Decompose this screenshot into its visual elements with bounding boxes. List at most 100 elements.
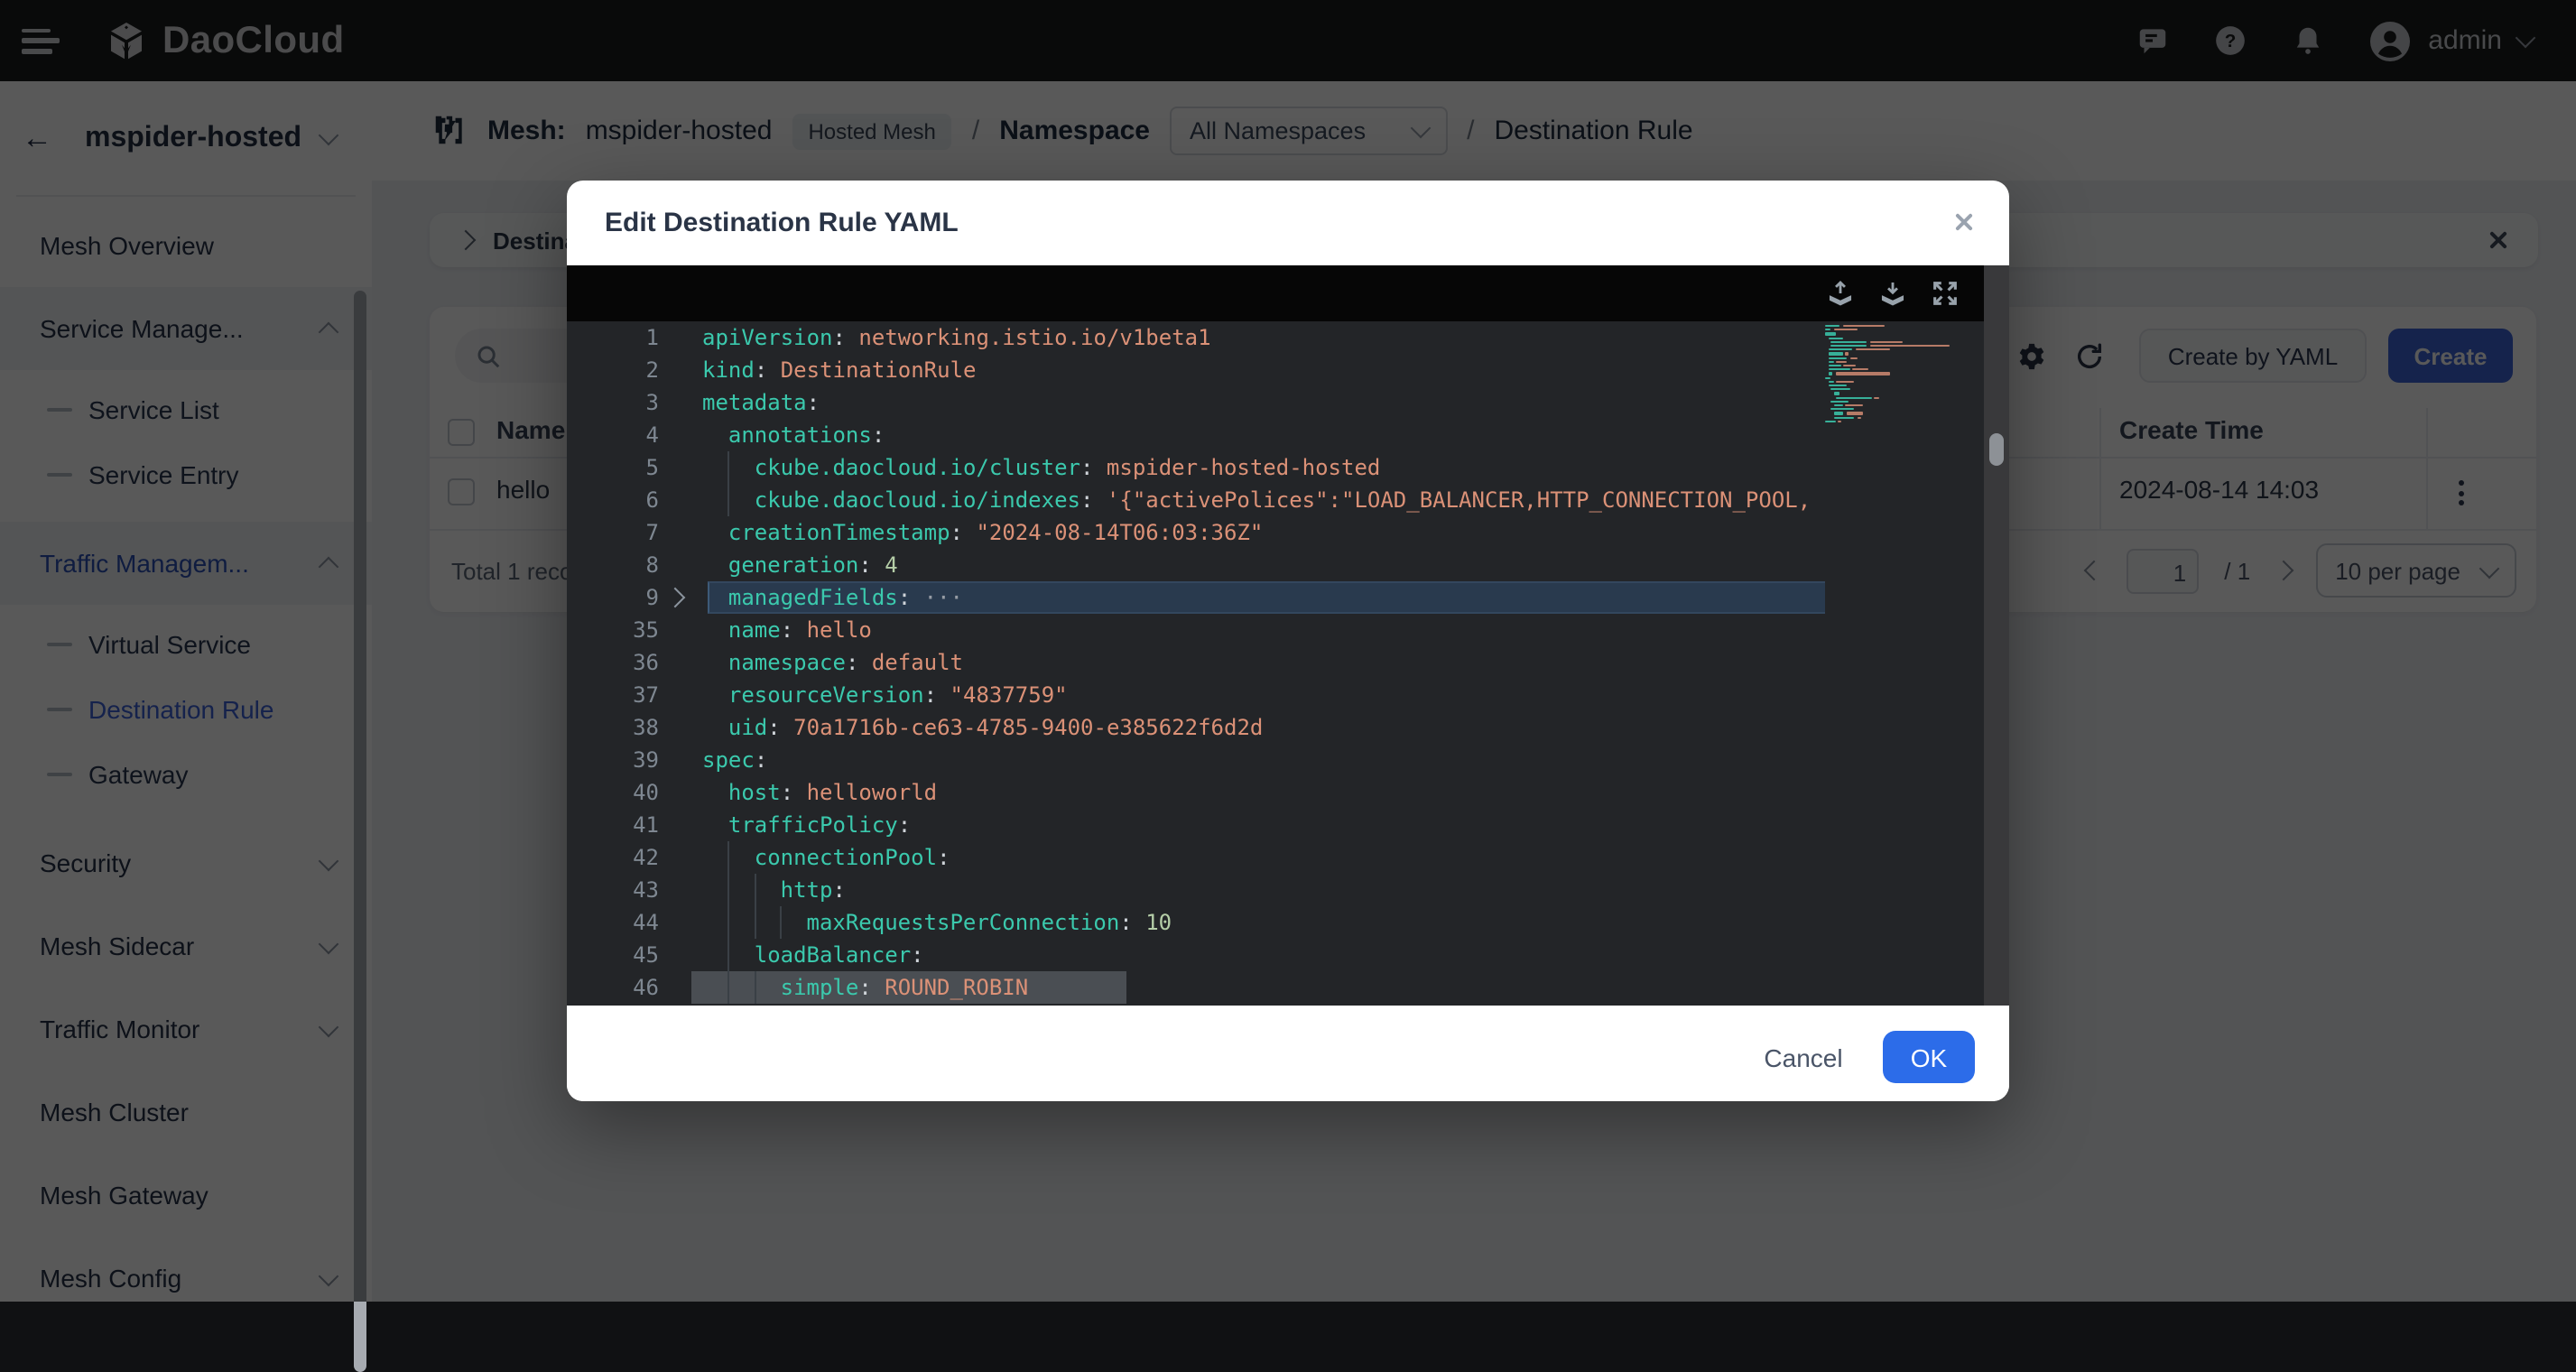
minimap-line — [1828, 368, 1849, 371]
code-line-7[interactable]: 7 creationTimestamp: "2024-08-14T06:03:36… — [567, 516, 1825, 549]
code-line-45[interactable]: 45 loadBalancer: — [567, 939, 1825, 971]
modal-footer: Cancel OK — [567, 1006, 2009, 1101]
code-text: kind: DestinationRule — [702, 354, 976, 386]
minimap-line — [1849, 357, 1857, 359]
line-number: 35 — [567, 614, 659, 646]
minimap-line — [1828, 385, 1847, 387]
code-area[interactable]: 1 apiVersion: networking.istio.io/v1beta1… — [567, 321, 1825, 1006]
code-line-44[interactable]: 44maxRequestsPerConnection: 10 — [567, 906, 1825, 939]
line-number: 40 — [567, 776, 659, 809]
editor-scrollbar[interactable] — [1984, 265, 2009, 1006]
code-line-4[interactable]: 4annotations: — [567, 419, 1825, 451]
minimap-line — [1830, 341, 1867, 344]
minimap-line — [1828, 348, 1852, 351]
line-number: 42 — [567, 841, 659, 874]
code-text: simple: ROUND_ROBIN — [781, 971, 1029, 1004]
minimap-line — [1828, 381, 1833, 384]
line-number: 46 — [567, 971, 659, 1004]
code-line-41[interactable]: 41trafficPolicy: — [567, 809, 1825, 841]
line-number: 2 — [567, 354, 659, 386]
code-line-6[interactable]: 6 ckube.daocloud.io/indexes: '{"activePol… — [567, 484, 1825, 516]
minimap-line — [1825, 329, 1830, 331]
editor-scrollbar-thumb[interactable] — [1989, 433, 2004, 466]
editor-minimap[interactable] — [1825, 321, 1980, 1006]
code-text: generation: 4 — [728, 549, 898, 581]
line-number: 43 — [567, 874, 659, 906]
line-number: 1 — [567, 321, 659, 354]
minimap-line — [1845, 404, 1864, 407]
code-line-38[interactable]: 38 uid: 70a1716b-ce63-4785-9400-e385622f6… — [567, 711, 1825, 744]
code-text: creationTimestamp: "2024-08-14T06:03:36Z… — [728, 516, 1263, 549]
line-number: 39 — [567, 744, 659, 776]
minimap-line — [1857, 416, 1860, 419]
code-text: ckube.daocloud.io/indexes: '{"activePoli… — [755, 484, 1811, 516]
close-icon[interactable] — [1953, 211, 1977, 235]
app-root: DaoCloud ? admin — [0, 0, 2576, 1302]
minimap-line — [1834, 416, 1854, 419]
ok-button[interactable]: OK — [1883, 1031, 1975, 1083]
code-text: apiVersion: networking.istio.io/v1beta1 — [702, 321, 1211, 354]
line-number: 4 — [567, 419, 659, 451]
fullscreen-icon[interactable] — [1930, 278, 1960, 309]
minimap-line — [1825, 333, 1837, 336]
minimap-line — [1833, 329, 1858, 331]
indent-guide — [728, 971, 730, 1004]
code-line-5[interactable]: 5ckube.daocloud.io/cluster: mspider-host… — [567, 451, 1825, 484]
line-number: 41 — [567, 809, 659, 841]
edit-yaml-modal: Edit Destination Rule YAML 1 apiVersion: … — [567, 181, 2009, 1101]
code-line-43[interactable]: 43http: — [567, 874, 1825, 906]
indent-guide — [755, 906, 756, 939]
modal-title: Edit Destination Rule YAML — [605, 208, 959, 238]
code-line-3[interactable]: 3metadata: — [567, 386, 1825, 419]
minimap-line — [1847, 413, 1863, 415]
minimap-line — [1828, 353, 1842, 356]
minimap-line — [1828, 337, 1844, 339]
cancel-button[interactable]: Cancel — [1749, 1033, 1858, 1083]
code-text: uid: 70a1716b-ce63-4785-9400-e385622f6d2… — [728, 711, 1263, 744]
minimap-line — [1837, 381, 1854, 384]
code-line-42[interactable]: 42connectionPool: — [567, 841, 1825, 874]
line-number: 36 — [567, 646, 659, 679]
minimap-line — [1828, 361, 1833, 364]
code-text: namespace: default — [728, 646, 963, 679]
minimap-line — [1828, 357, 1847, 359]
minimap-line — [1830, 408, 1854, 411]
code-text: loadBalancer: — [755, 939, 924, 971]
code-line-1[interactable]: 1 apiVersion: networking.istio.io/v1beta1 — [567, 321, 1825, 354]
code-text: resourceVersion: "4837759" — [728, 679, 1068, 711]
indent-guide — [728, 841, 730, 874]
minimap-line — [1845, 353, 1849, 356]
line-number: 7 — [567, 516, 659, 549]
download-icon[interactable] — [1877, 278, 1908, 309]
line-number: 38 — [567, 711, 659, 744]
minimap-line — [1825, 325, 1839, 328]
code-line-40[interactable]: 40host: helloworld — [567, 776, 1825, 809]
minimap-line — [1825, 421, 1835, 423]
minimap-line — [1825, 376, 1830, 379]
indent-guide — [755, 874, 756, 906]
line-number: 45 — [567, 939, 659, 971]
line-number: 8 — [567, 549, 659, 581]
minimap-line — [1844, 365, 1857, 367]
indent-guide — [781, 906, 783, 939]
minimap-line — [1835, 373, 1890, 375]
code-line-9[interactable]: 9managedFields: ··· — [567, 581, 1825, 614]
minimap-line — [1842, 325, 1884, 328]
line-number: 6 — [567, 484, 659, 516]
minimap-line — [1869, 345, 1951, 348]
indent-guide — [728, 874, 730, 906]
minimap-line — [1830, 345, 1867, 348]
code-line-2[interactable]: 2 kind: DestinationRule — [567, 354, 1825, 386]
code-line-8[interactable]: 8 generation: 4 — [567, 549, 1825, 581]
code-line-39[interactable]: 39spec: — [567, 744, 1825, 776]
fold-arrow-icon[interactable] — [665, 588, 686, 608]
minimap-line — [1869, 341, 1903, 344]
code-line-35[interactable]: 35name: hello — [567, 614, 1825, 646]
minimap-line — [1834, 393, 1839, 395]
code-line-36[interactable]: 36 namespace: default — [567, 646, 1825, 679]
code-line-46[interactable]: 46 simple: ROUND_ROBIN — [567, 971, 1825, 1004]
upload-icon[interactable] — [1825, 278, 1856, 309]
code-line-37[interactable]: 37resourceVersion: "4837759" — [567, 679, 1825, 711]
yaml-editor[interactable]: 1 apiVersion: networking.istio.io/v1beta1… — [567, 321, 2009, 1006]
indent-guide — [728, 484, 730, 516]
